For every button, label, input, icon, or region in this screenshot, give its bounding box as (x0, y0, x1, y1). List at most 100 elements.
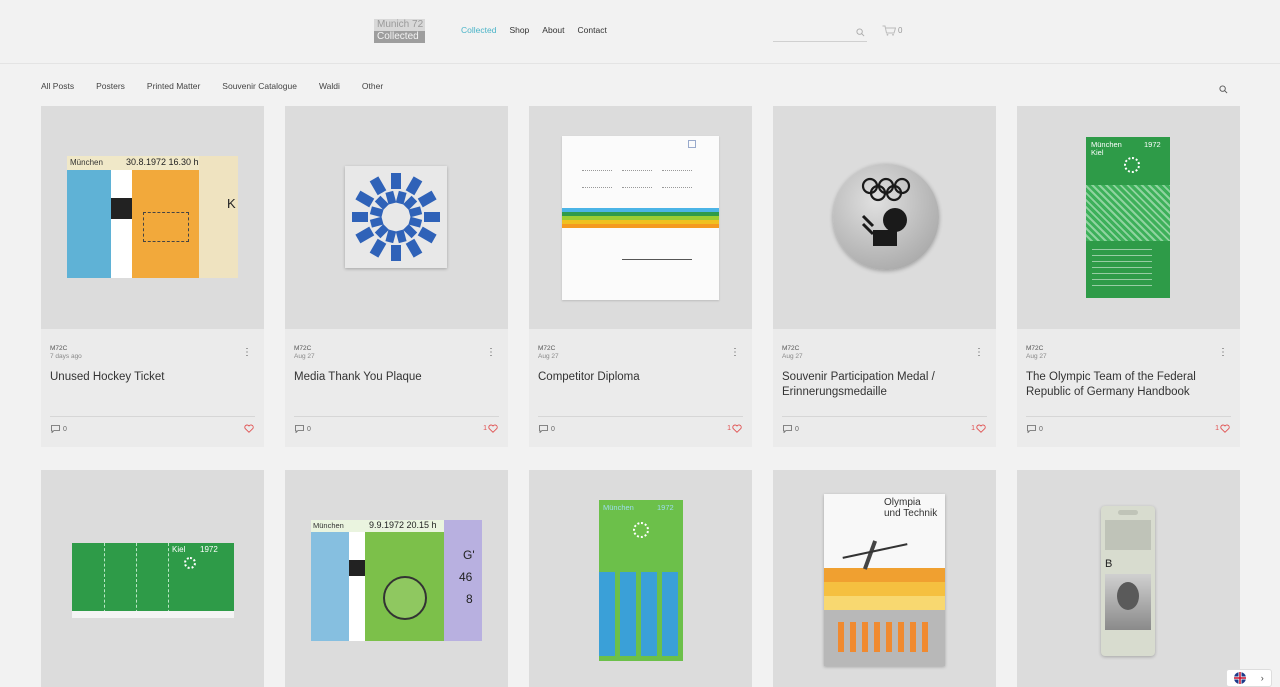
post-card[interactable]: München 1972 (529, 470, 752, 687)
poster-line1: Olympia (884, 497, 921, 508)
comments-count[interactable]: 0 (1027, 425, 1043, 433)
comments-value: 0 (551, 425, 555, 433)
post-thumbnail[interactable]: München 1972 (529, 470, 752, 687)
post-thumbnail[interactable]: B (1017, 470, 1240, 687)
likes-value: 1 (727, 425, 731, 432)
site-logo[interactable]: Munich 72 Collected (374, 19, 425, 43)
post-author[interactable]: M72C (294, 345, 315, 353)
handbook-sub: Kiel (1091, 148, 1104, 157)
post-date: Aug 27 (782, 353, 803, 360)
comment-icon (539, 425, 548, 433)
like-button[interactable]: 1 (1215, 424, 1230, 433)
post-title[interactable]: Unused Hockey Ticket (50, 370, 250, 385)
comments-count[interactable]: 0 (295, 425, 311, 433)
search-icon (856, 28, 865, 37)
post-title[interactable]: Competitor Diploma (538, 370, 738, 385)
poster-city: München (603, 503, 634, 512)
divider (294, 416, 499, 417)
sailing-ticket-image: Kiel 1972 (72, 543, 234, 618)
post-card[interactable]: Olympia und Technik (773, 470, 996, 687)
nav-collected[interactable]: Collected (461, 25, 496, 35)
post-thumbnail[interactable]: München 30.8.1972 16.30 h K (41, 106, 264, 329)
uk-flag-icon (1234, 672, 1247, 684)
filter-printed-matter[interactable]: Printed Matter (147, 81, 200, 91)
site-search-input[interactable] (773, 28, 867, 42)
nav-contact[interactable]: Contact (578, 25, 607, 35)
post-author[interactable]: M72C (782, 345, 803, 353)
post-title[interactable]: Media Thank You Plaque (294, 370, 494, 385)
post-card[interactable]: M72C Aug 27 ⋮ Competitor Diploma 0 1 (529, 106, 752, 447)
nav-about[interactable]: About (542, 25, 564, 35)
more-options-icon[interactable]: ⋮ (486, 348, 496, 358)
comment-icon (51, 425, 60, 433)
more-options-icon[interactable]: ⋮ (242, 348, 252, 358)
post-card[interactable]: B (1017, 470, 1240, 687)
comment-icon (783, 425, 792, 433)
more-options-icon[interactable]: ⋮ (974, 348, 984, 358)
post-thumbnail[interactable] (773, 106, 996, 329)
post-thumbnail[interactable]: Olympia und Technik (773, 470, 996, 687)
cart-count: 0 (898, 26, 903, 35)
poster-image: München 1972 (599, 500, 683, 661)
filter-all-posts[interactable]: All Posts (41, 81, 74, 91)
post-card[interactable]: M72C Aug 27 ⋮ Media Thank You Plaque 0 1 (285, 106, 508, 447)
blog-search-button[interactable] (1219, 81, 1228, 99)
olympia-poster-image: Olympia und Technik (824, 494, 945, 666)
filter-other[interactable]: Other (362, 81, 383, 91)
post-thumbnail[interactable]: München 9.9.1972 20.15 h G' 46 8 (285, 470, 508, 687)
post-meta: M72C Aug 27 (294, 345, 315, 361)
post-title[interactable]: The Olympic Team of the Federal Republic… (1026, 370, 1226, 400)
post-thumbnail[interactable]: München Kiel 1972 (1017, 106, 1240, 329)
likes-value: 1 (483, 425, 487, 432)
like-button[interactable]: 1 (971, 424, 986, 433)
like-button[interactable] (243, 424, 254, 433)
cart-icon (882, 25, 896, 36)
like-button[interactable]: 1 (483, 424, 498, 433)
post-meta: M72C Aug 27 (1026, 345, 1047, 361)
ticket-year: 1972 (200, 545, 218, 554)
comments-count[interactable]: 0 (783, 425, 799, 433)
heart-icon (244, 424, 254, 433)
cart-button[interactable]: 0 (882, 25, 902, 36)
comments-value: 0 (63, 425, 67, 433)
heart-icon (732, 424, 742, 433)
poster-year: 1972 (657, 503, 674, 512)
like-button[interactable]: 1 (727, 424, 742, 433)
comments-count[interactable]: 0 (539, 425, 555, 433)
comments-count[interactable]: 0 (51, 425, 67, 433)
more-options-icon[interactable]: ⋮ (1218, 348, 1228, 358)
post-author[interactable]: M72C (1026, 345, 1047, 353)
post-card[interactable]: München 30.8.1972 16.30 h K M72C 7 days … (41, 106, 264, 447)
post-thumbnail[interactable]: Kiel 1972 (41, 470, 264, 687)
post-title[interactable]: Souvenir Participation Medal / Erinnerun… (782, 370, 982, 400)
post-thumbnail[interactable] (285, 106, 508, 329)
post-thumbnail[interactable] (529, 106, 752, 329)
handbook-year: 1972 (1144, 140, 1161, 149)
filter-posters[interactable]: Posters (96, 81, 125, 91)
post-card[interactable]: Kiel 1972 (41, 470, 264, 687)
post-card[interactable]: München Kiel 1972 M72C Aug 27 ⋮ The Olym… (1017, 106, 1240, 447)
language-selector[interactable]: › (1226, 669, 1272, 687)
handbook-image: München Kiel 1972 (1086, 137, 1170, 298)
post-author[interactable]: M72C (538, 345, 559, 353)
ticket-gate: G' (463, 548, 475, 562)
category-filter-bar: All Posts Posters Printed Matter Souveni… (41, 81, 405, 91)
poster-line2: und Technik (884, 508, 938, 519)
comments-value: 0 (795, 425, 799, 433)
logo-line2: Collected (374, 31, 425, 43)
logo-line1: Munich 72 (374, 19, 425, 31)
post-author[interactable]: M72C (50, 345, 82, 353)
id-badge-image: B (1101, 506, 1155, 656)
nav-shop[interactable]: Shop (509, 25, 529, 35)
filter-waldi[interactable]: Waldi (319, 81, 340, 91)
post-card[interactable]: München 9.9.1972 20.15 h G' 46 8 (285, 470, 508, 687)
post-date: 7 days ago (50, 353, 82, 360)
post-card[interactable]: M72C Aug 27 ⋮ Souvenir Participation Med… (773, 106, 996, 447)
stadium-ticket-image: München 9.9.1972 20.15 h G' 46 8 (311, 520, 482, 641)
ticket-seat: 8 (466, 592, 473, 606)
more-options-icon[interactable]: ⋮ (730, 348, 740, 358)
filter-souvenir-catalogue[interactable]: Souvenir Catalogue (222, 81, 297, 91)
post-meta: M72C Aug 27 (782, 345, 803, 361)
divider (782, 416, 987, 417)
divider (1026, 416, 1231, 417)
